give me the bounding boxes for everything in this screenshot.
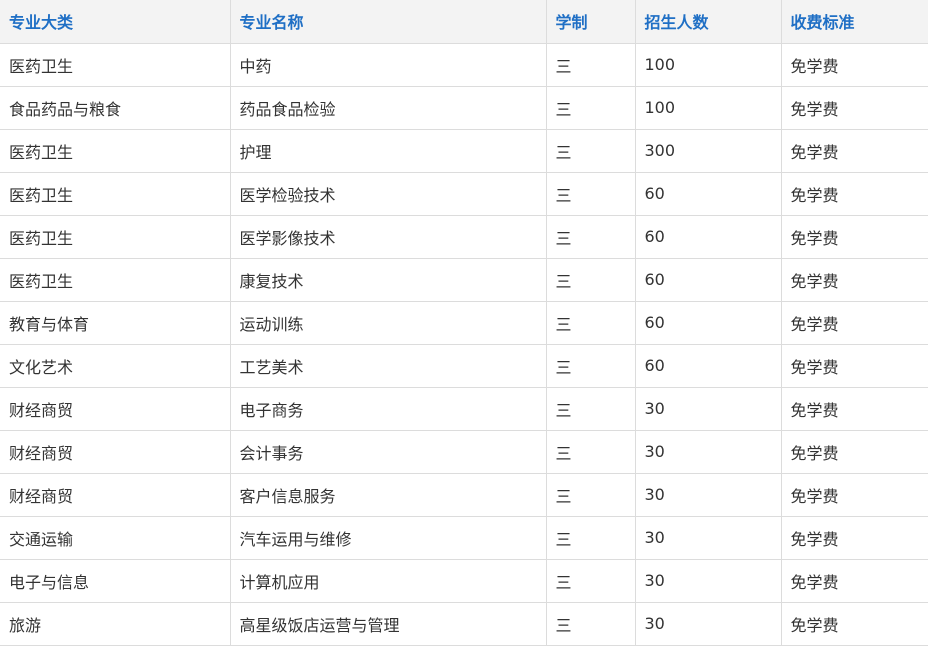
cell-enrollment: 100 [635, 43, 782, 87]
enrollment-table: 专业大类 专业名称 学制 招生人数 收费标准 医药卫生 中药三 100 免学费 食品药品… [0, 0, 928, 646]
table-row: 医药卫生 护理三 300 免学费 [0, 129, 928, 173]
cell-enrollment: 30 [635, 559, 782, 603]
cell-duration: 三 [546, 172, 636, 216]
table-row: 财经商贸 电子商务三 30 免学费 [0, 387, 928, 431]
cell-enrollment: 30 [635, 602, 782, 646]
table-row: 交通运输 汽车运用与维修三 30 免学费 [0, 516, 928, 560]
cell-major-name: 客户信息服务 [230, 473, 547, 517]
cell-major-name: 高星级饭店运营与管理 [230, 602, 547, 646]
cell-major-category: 医药卫生 [0, 258, 231, 302]
table-body: 医药卫生 中药三 100 免学费 食品药品与粮食 药品食品检验三 100 免学费 医药卫生 护理三… [0, 43, 928, 646]
cell-major-category: 旅游 [0, 602, 231, 646]
cell-fee: 免学费 [781, 215, 928, 259]
cell-major-category: 财经商贸 [0, 430, 231, 474]
cell-enrollment: 30 [635, 516, 782, 560]
cell-major-name: 中药 [230, 43, 547, 87]
cell-major-category: 交通运输 [0, 516, 231, 560]
cell-fee: 免学费 [781, 559, 928, 603]
cell-major-name: 医学检验技术 [230, 172, 547, 216]
cell-enrollment: 30 [635, 430, 782, 474]
table-row: 电子与信息 计算机应用三 30 免学费 [0, 559, 928, 603]
cell-enrollment: 30 [635, 387, 782, 431]
cell-fee: 免学费 [781, 129, 928, 173]
table-row: 医药卫生 中药三 100 免学费 [0, 43, 928, 87]
cell-fee: 免学费 [781, 344, 928, 388]
cell-duration: 三 [546, 258, 636, 302]
cell-major-name: 护理 [230, 129, 547, 173]
cell-duration: 三 [546, 43, 636, 87]
table-header: 专业大类 专业名称 学制 招生人数 收费标准 [0, 0, 928, 44]
cell-major-name: 医学影像技术 [230, 215, 547, 259]
cell-duration: 三 [546, 473, 636, 517]
cell-major-name: 药品食品检验 [230, 86, 547, 130]
cell-duration: 三 [546, 344, 636, 388]
cell-major-category: 教育与体育 [0, 301, 231, 345]
cell-enrollment: 60 [635, 172, 782, 216]
cell-fee: 免学费 [781, 430, 928, 474]
cell-enrollment: 60 [635, 215, 782, 259]
cell-duration: 三 [546, 559, 636, 603]
cell-enrollment: 60 [635, 301, 782, 345]
cell-fee: 免学费 [781, 86, 928, 130]
table-row: 财经商贸 客户信息服务三 30 免学费 [0, 473, 928, 517]
cell-major-name: 电子商务 [230, 387, 547, 431]
cell-major-category: 食品药品与粮食 [0, 86, 231, 130]
cell-major-name: 运动训练 [230, 301, 547, 345]
cell-major-category: 电子与信息 [0, 559, 231, 603]
cell-major-name: 工艺美术 [230, 344, 547, 388]
table-row: 医药卫生 医学影像技术三 60 免学费 [0, 215, 928, 259]
table-row: 教育与体育 运动训练三 60 免学费 [0, 301, 928, 345]
cell-duration: 三 [546, 516, 636, 560]
cell-duration: 三 [546, 215, 636, 259]
cell-fee: 免学费 [781, 258, 928, 302]
cell-major-category: 医药卫生 [0, 215, 231, 259]
cell-enrollment: 100 [635, 86, 782, 130]
header-row: 专业大类 专业名称 学制 招生人数 收费标准 [0, 0, 928, 44]
header-major-category: 专业大类 [0, 0, 231, 44]
cell-major-category: 医药卫生 [0, 172, 231, 216]
cell-duration: 三 [546, 86, 636, 130]
table-row: 文化艺术 工艺美术三 60 免学费 [0, 344, 928, 388]
cell-fee: 免学费 [781, 473, 928, 517]
cell-major-category: 财经商贸 [0, 387, 231, 431]
table-row: 医药卫生 康复技术三 60 免学费 [0, 258, 928, 302]
cell-enrollment: 300 [635, 129, 782, 173]
cell-major-category: 医药卫生 [0, 129, 231, 173]
cell-fee: 免学费 [781, 602, 928, 646]
table-row: 旅游 高星级饭店运营与管理三 30 免学费 [0, 602, 928, 646]
cell-duration: 三 [546, 301, 636, 345]
cell-major-category: 财经商贸 [0, 473, 231, 517]
cell-fee: 免学费 [781, 43, 928, 87]
cell-duration: 三 [546, 602, 636, 646]
header-major-name: 专业名称 [230, 0, 547, 44]
cell-fee: 免学费 [781, 301, 928, 345]
cell-major-name: 计算机应用 [230, 559, 547, 603]
cell-duration: 三 [546, 387, 636, 431]
table-row: 财经商贸 会计事务三 30 免学费 [0, 430, 928, 474]
header-fee: 收费标准 [781, 0, 928, 44]
cell-fee: 免学费 [781, 172, 928, 216]
table-row: 医药卫生 医学检验技术三 60 免学费 [0, 172, 928, 216]
cell-fee: 免学费 [781, 387, 928, 431]
cell-enrollment: 60 [635, 258, 782, 302]
cell-major-name: 康复技术 [230, 258, 547, 302]
header-enrollment: 招生人数 [635, 0, 782, 44]
cell-duration: 三 [546, 129, 636, 173]
cell-major-category: 医药卫生 [0, 43, 231, 87]
header-duration: 学制 [546, 0, 636, 44]
cell-fee: 免学费 [781, 516, 928, 560]
cell-enrollment: 30 [635, 473, 782, 517]
cell-enrollment: 60 [635, 344, 782, 388]
cell-major-name: 会计事务 [230, 430, 547, 474]
cell-major-name: 汽车运用与维修 [230, 516, 547, 560]
cell-duration: 三 [546, 430, 636, 474]
table-row: 食品药品与粮食 药品食品检验三 100 免学费 [0, 86, 928, 130]
cell-major-category: 文化艺术 [0, 344, 231, 388]
